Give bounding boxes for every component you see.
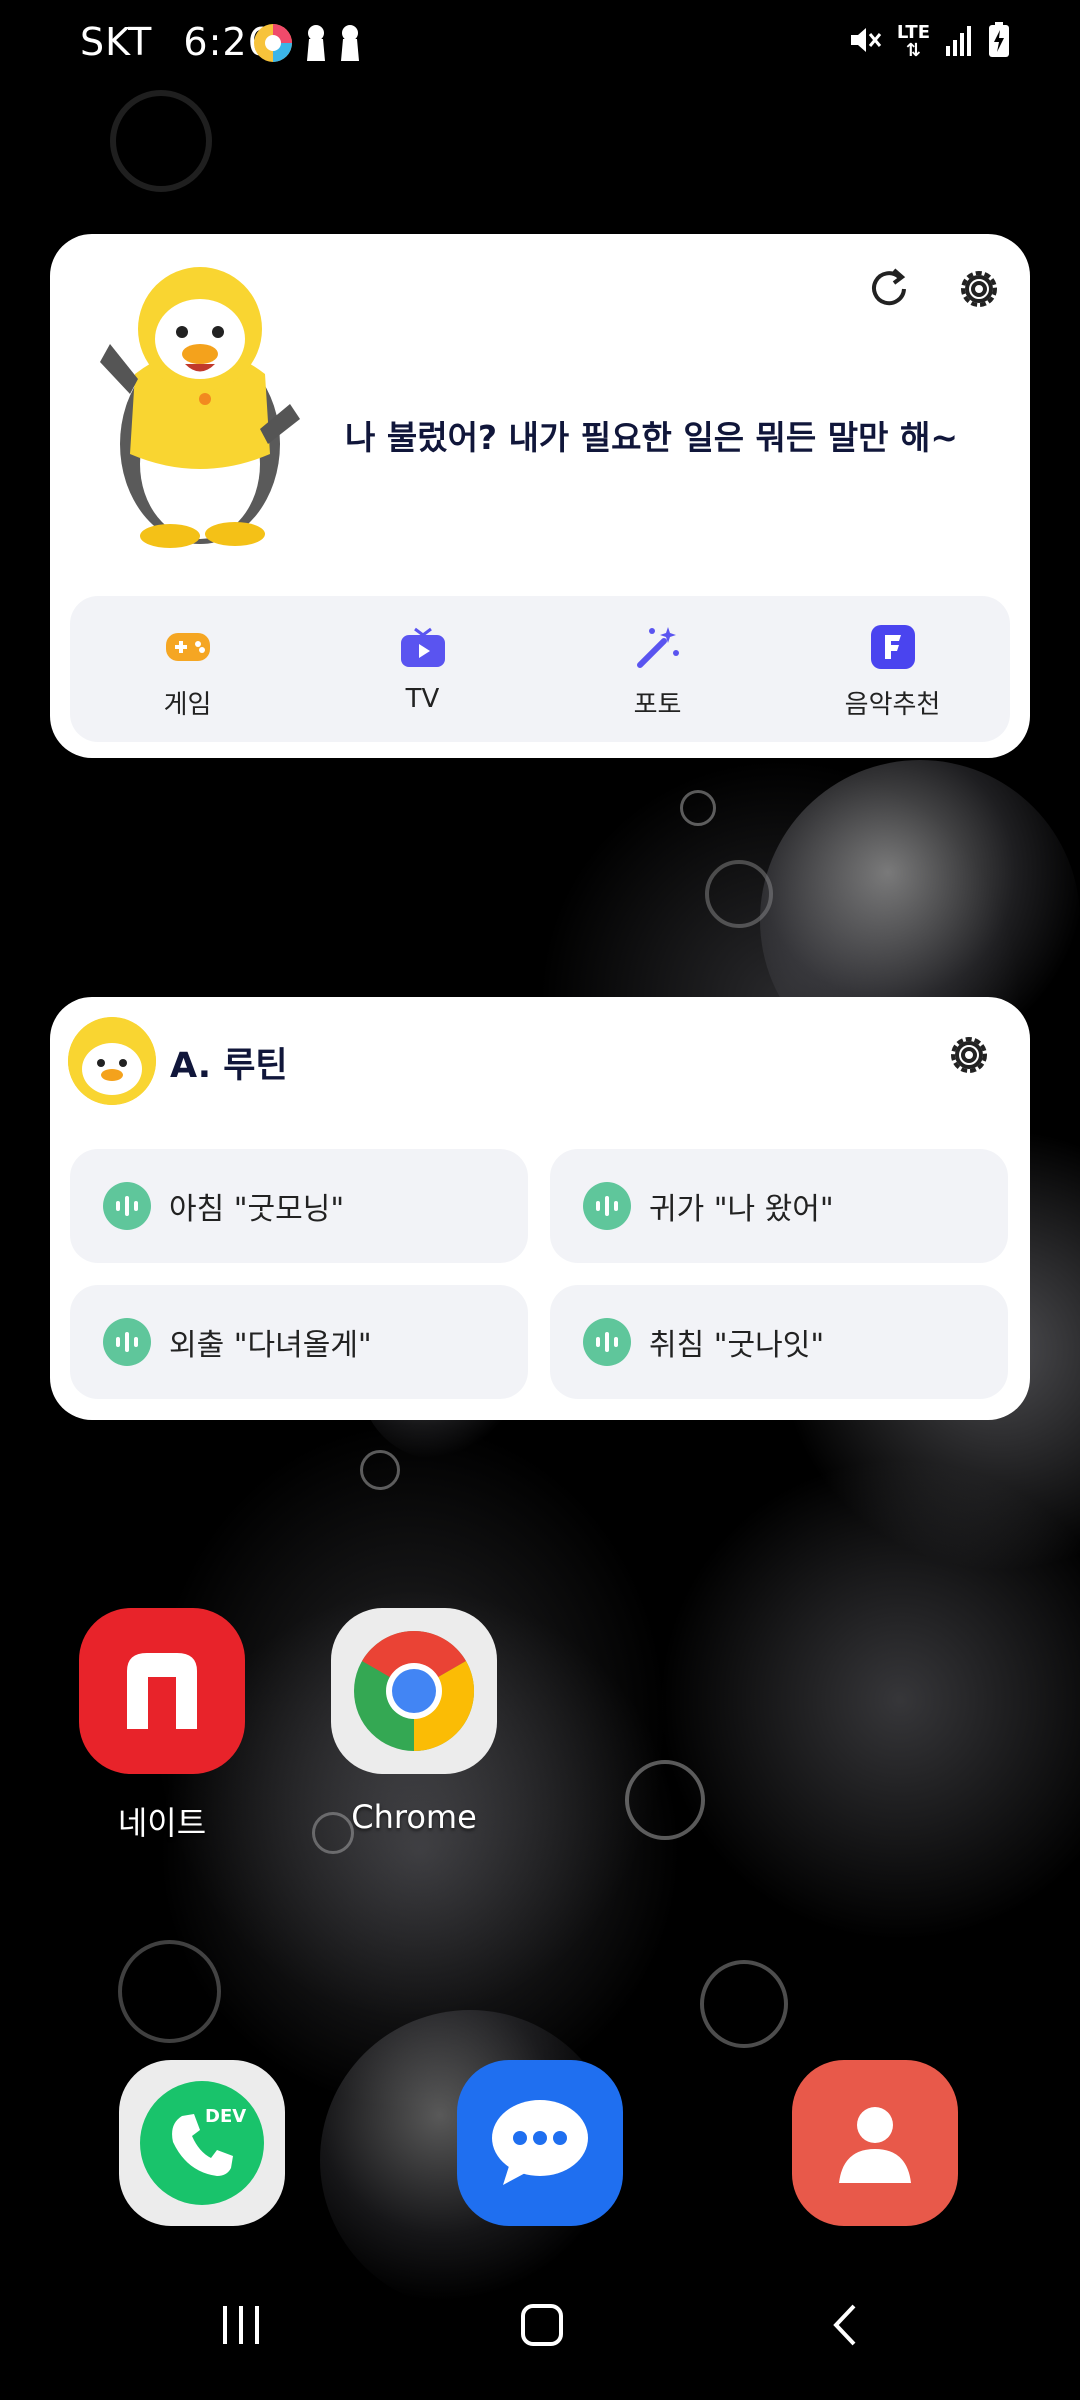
routine-item-bedtime[interactable]: 취침 "굿나잇" — [550, 1285, 1008, 1399]
voice-wave-icon — [103, 1318, 151, 1366]
mascot-character-icon[interactable] — [80, 254, 380, 554]
system-status-icons: LTE ⇅ — [847, 22, 1010, 62]
quick-action-photo[interactable]: 포토 — [540, 596, 775, 742]
dev-badge-label: DEV — [205, 2106, 246, 2127]
contacts-icon — [792, 2060, 958, 2226]
lte-icon: LTE ⇅ — [896, 22, 930, 61]
app-nate[interactable]: 네이트 — [77, 1608, 247, 1844]
app-label: 네이트 — [117, 1804, 207, 1842]
dock-app-contacts[interactable] — [790, 2060, 960, 2226]
refresh-button[interactable] — [861, 261, 917, 317]
status-left: SKT 6:26 — [80, 20, 273, 64]
gear-icon — [961, 271, 997, 307]
tv-icon — [398, 622, 448, 672]
routine-item-label: 아침 "굿모닝" — [169, 1192, 345, 1227]
quick-action-label: 음악추천 — [844, 690, 941, 720]
phone-dev-icon: DEV — [119, 2060, 285, 2226]
magic-wand-icon — [633, 622, 683, 672]
back-icon — [833, 2304, 856, 2346]
bubble-decoration — [700, 1960, 788, 2048]
routine-item-label: 취침 "굿나잇" — [649, 1328, 825, 1363]
routine-settings-button[interactable] — [941, 1027, 997, 1083]
quick-action-label: TV — [405, 684, 440, 714]
routine-item-home[interactable]: 귀가 "나 왔어" — [550, 1149, 1008, 1263]
keyhole-icon — [338, 23, 362, 67]
routine-title: A. 루틴 — [170, 1046, 288, 1086]
mute-icon — [847, 22, 883, 62]
bubble-decoration — [118, 1940, 221, 2043]
routine-item-label: 외출 "다녀올게" — [169, 1328, 372, 1363]
routine-item-label: 귀가 "나 왔어" — [649, 1192, 834, 1227]
app-notification-icon — [252, 22, 294, 68]
routine-avatar-icon — [68, 1017, 156, 1105]
keyhole-icon — [304, 23, 328, 67]
home-icon — [521, 2304, 563, 2346]
recents-button[interactable] — [196, 2280, 286, 2370]
refresh-icon — [872, 268, 906, 306]
signal-icon — [944, 24, 974, 60]
assistant-settings-button[interactable] — [951, 261, 1007, 317]
assistant-greeting: 나 불렀어? 내가 필요한 일은 뭐든 말만 해~ — [345, 418, 958, 457]
battery-charging-icon — [988, 22, 1010, 62]
recents-icon — [223, 2306, 259, 2344]
app-label: Chrome — [351, 1798, 477, 1836]
routine-item-morning[interactable]: 아침 "굿모닝" — [70, 1149, 528, 1263]
assistant-widget[interactable]: 나 불렀어? 내가 필요한 일은 뭐든 말만 해~ 게임 TV 포토 음악추천 — [50, 234, 1030, 758]
quick-action-tv[interactable]: TV — [305, 596, 540, 742]
quick-action-label: 포토 — [633, 690, 682, 720]
carrier-label: SKT — [80, 20, 153, 64]
quick-action-game[interactable]: 게임 — [70, 596, 305, 742]
app-chrome[interactable]: Chrome — [329, 1608, 499, 1836]
routine-item-going-out[interactable]: 외출 "다녀올게" — [70, 1285, 528, 1399]
navigation-bar — [0, 2280, 1080, 2400]
status-bar: SKT 6:26 LTE ⇅ — [0, 0, 1080, 90]
quick-actions-row: 게임 TV 포토 음악추천 — [70, 596, 1010, 742]
voice-wave-icon — [583, 1182, 631, 1230]
home-button[interactable] — [497, 2280, 587, 2370]
messages-icon — [457, 2060, 623, 2226]
routine-widget[interactable]: A. 루틴 아침 "굿모닝" 귀가 "나 왔어" 외출 "다녀올게" 취침 "굿… — [50, 997, 1030, 1420]
chrome-icon — [331, 1608, 497, 1774]
notification-icons — [252, 22, 362, 68]
bubble-decoration — [110, 90, 212, 192]
gear-icon — [951, 1037, 987, 1073]
dock-app-phone[interactable]: DEV — [117, 2060, 287, 2226]
routine-grid: 아침 "굿모닝" 귀가 "나 왔어" 외출 "다녀올게" 취침 "굿나잇" — [70, 1149, 1010, 1399]
dock-app-messages[interactable] — [455, 2060, 625, 2226]
voice-wave-icon — [103, 1182, 151, 1230]
gamepad-icon — [163, 622, 213, 672]
quick-action-music[interactable]: 음악추천 — [775, 596, 1010, 742]
quick-action-label: 게임 — [163, 690, 212, 720]
network-type-label: LTE — [896, 22, 930, 43]
flo-music-icon — [868, 622, 918, 672]
nate-icon — [79, 1608, 245, 1774]
voice-wave-icon — [583, 1318, 631, 1366]
back-button[interactable] — [802, 2280, 892, 2370]
bubble-decoration — [680, 790, 716, 826]
